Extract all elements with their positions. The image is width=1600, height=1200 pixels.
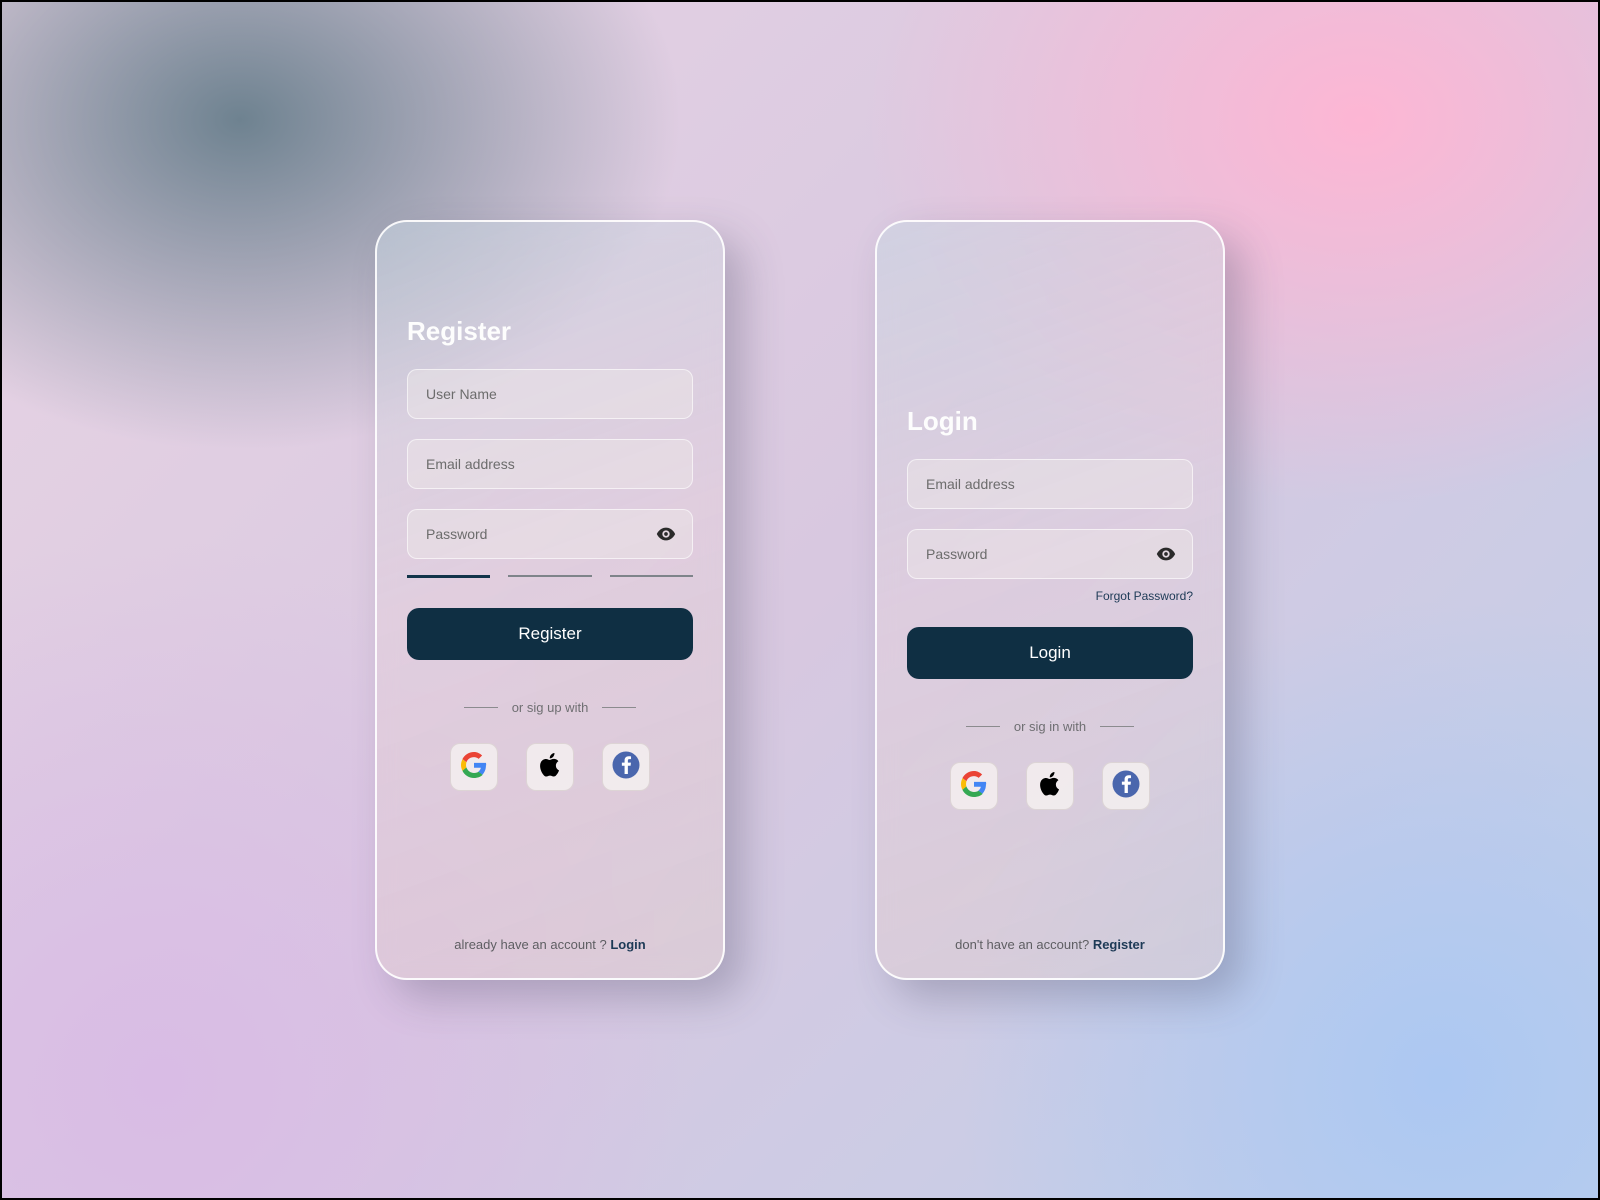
email-input[interactable] [407, 439, 693, 489]
register-screen: Register Register or sig up with [375, 220, 725, 980]
facebook-signup-button[interactable] [602, 743, 650, 791]
register-button[interactable]: Register [407, 608, 693, 660]
email-input-wrap [407, 439, 693, 489]
register-footer: already have an account ? Login [377, 937, 723, 952]
eye-icon[interactable] [655, 523, 677, 545]
apple-signin-button[interactable] [1026, 762, 1074, 810]
login-footer: don't have an account? Register [877, 937, 1223, 952]
eye-icon[interactable] [1155, 543, 1177, 565]
google-icon [461, 752, 487, 783]
facebook-icon [1111, 769, 1141, 804]
google-signup-button[interactable] [450, 743, 498, 791]
login-email-wrap [907, 459, 1193, 509]
login-password-wrap [907, 529, 1193, 579]
login-screen: Login Forgot Password? Login or sig in w… [875, 220, 1225, 980]
login-title: Login [907, 406, 1193, 437]
google-signin-button[interactable] [950, 762, 998, 810]
footer-prompt: don't have an account? [955, 937, 1093, 952]
username-input-wrap [407, 369, 693, 419]
register-social-row [407, 743, 693, 791]
apple-icon [1036, 770, 1064, 803]
login-social-row [907, 762, 1193, 810]
forgot-password-link[interactable]: Forgot Password? [907, 589, 1193, 603]
register-link[interactable]: Register [1093, 937, 1145, 952]
apple-signup-button[interactable] [526, 743, 574, 791]
divider-label: or sig up with [512, 700, 589, 715]
facebook-signin-button[interactable] [1102, 762, 1150, 810]
password-input-wrap [407, 509, 693, 559]
login-divider: or sig in with [907, 719, 1193, 734]
login-email-input[interactable] [907, 459, 1193, 509]
password-strength-bar [407, 575, 693, 578]
login-button[interactable]: Login [907, 627, 1193, 679]
password-input[interactable] [407, 509, 693, 559]
facebook-icon [611, 750, 641, 785]
login-link[interactable]: Login [610, 937, 645, 952]
divider-label: or sig in with [1014, 719, 1086, 734]
google-icon [961, 771, 987, 802]
login-password-input[interactable] [907, 529, 1193, 579]
register-title: Register [407, 316, 693, 347]
apple-icon [536, 751, 564, 784]
register-divider: or sig up with [407, 700, 693, 715]
username-input[interactable] [407, 369, 693, 419]
footer-prompt: already have an account ? [454, 937, 610, 952]
